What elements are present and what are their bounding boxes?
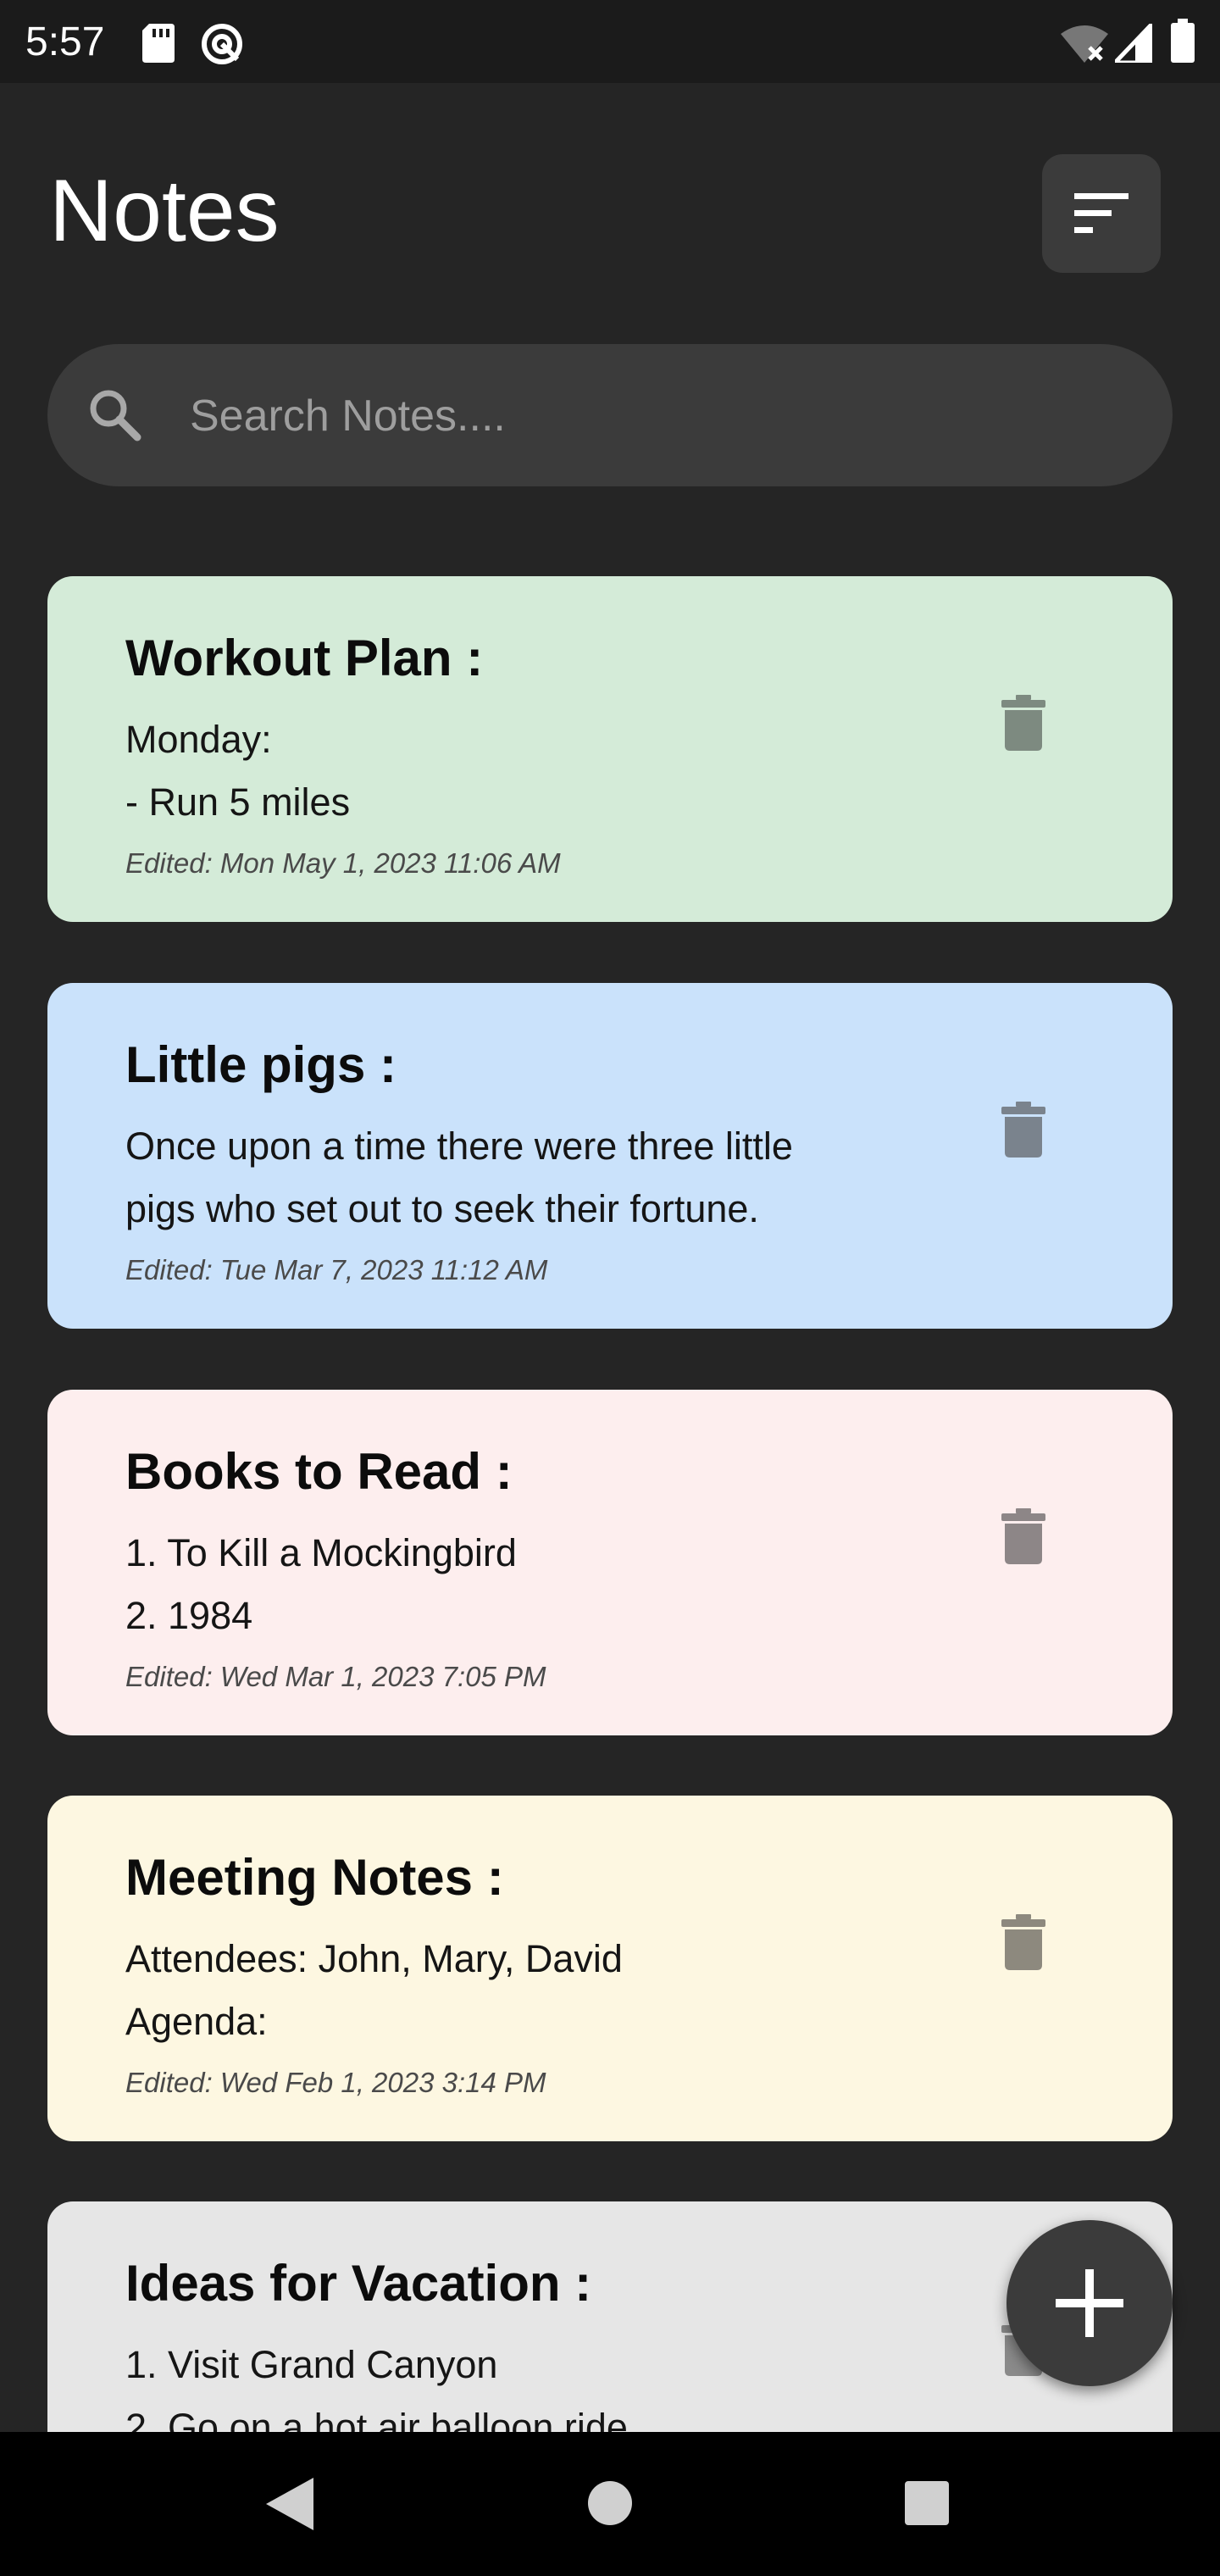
- trash-icon: [1001, 1102, 1045, 1158]
- signal-icon: [1110, 18, 1155, 67]
- plus-icon: [1056, 2269, 1123, 2337]
- sort-button[interactable]: [1042, 154, 1161, 273]
- note-edited-date: Edited: Wed Mar 1, 2023 7:05 PM: [125, 1661, 546, 1692]
- note-edited-date: Edited: Wed Feb 1, 2023 3:14 PM: [125, 2067, 546, 2098]
- back-icon[interactable]: [266, 2478, 313, 2534]
- note-body-line: 2. Go on a hot air balloon ride: [125, 2406, 628, 2432]
- notes-list[interactable]: Workout Plan : Monday: - Run 5 miles Edi…: [0, 508, 1220, 2432]
- delete-button[interactable]: [1001, 1508, 1045, 1568]
- note-card[interactable]: Little pigs : Once upon a time there wer…: [47, 983, 1173, 1329]
- note-card[interactable]: Workout Plan : Monday: - Run 5 miles Edi…: [47, 576, 1173, 922]
- search-icon: [90, 390, 141, 441]
- note-body: Monday: - Run 5 miles: [125, 708, 973, 834]
- note-body-line: Once upon a time there were three little: [125, 1124, 793, 1168]
- trash-icon: [1001, 1914, 1045, 1970]
- note-card[interactable]: Ideas for Vacation : 1. Visit Grand Cany…: [47, 2201, 1173, 2432]
- navigation-bar: [0, 2432, 1220, 2576]
- note-body: 1. Visit Grand Canyon 2. Go on a hot air…: [125, 2334, 973, 2432]
- trash-icon: [1001, 695, 1045, 751]
- delete-button[interactable]: [1001, 1102, 1045, 1162]
- wifi-off-icon: [1061, 24, 1108, 67]
- sort-icon: [1074, 193, 1128, 233]
- add-note-button[interactable]: [1006, 2220, 1173, 2386]
- sd-card-icon: [142, 24, 175, 67]
- note-body-line: 1. To Kill a Mockingbird: [125, 1531, 517, 1574]
- note-body-line: 2. 1984: [125, 1594, 253, 1637]
- note-body: 1. To Kill a Mockingbird 2. 1984: [125, 1522, 973, 1647]
- home-icon[interactable]: [588, 2481, 632, 2529]
- note-edited-date: Edited: Tue Mar 7, 2023 11:12 AM: [125, 1254, 548, 1285]
- note-title: Meeting Notes :: [125, 1849, 504, 1906]
- page-title: Notes: [49, 162, 280, 260]
- trash-icon: [1001, 1508, 1045, 1564]
- search-input[interactable]: [188, 373, 1140, 459]
- note-body-line: 1. Visit Grand Canyon: [125, 2343, 498, 2386]
- delete-button[interactable]: [1001, 695, 1045, 755]
- note-card[interactable]: Books to Read : 1. To Kill a Mockingbird…: [47, 1390, 1173, 1735]
- note-body-line: pigs who set out to seek their fortune.: [125, 1187, 759, 1230]
- note-body-line: Monday:: [125, 718, 272, 761]
- note-title: Ideas for Vacation :: [125, 2255, 592, 2312]
- status-bar: 5:57: [0, 0, 1220, 83]
- battery-icon: [1171, 19, 1195, 67]
- note-body-line: - Run 5 miles: [125, 780, 351, 824]
- status-time: 5:57: [25, 19, 105, 64]
- note-card[interactable]: Meeting Notes : Attendees: John, Mary, D…: [47, 1796, 1173, 2141]
- note-title: Workout Plan :: [125, 630, 484, 686]
- recents-icon[interactable]: [905, 2481, 949, 2529]
- note-body: Attendees: John, Mary, David Agenda:: [125, 1928, 973, 2053]
- delete-button[interactable]: [1001, 1914, 1045, 1974]
- note-edited-date: Edited: Mon May 1, 2023 11:06 AM: [125, 847, 561, 879]
- note-body: Once upon a time there were three little…: [125, 1115, 973, 1241]
- note-title: Books to Read :: [125, 1443, 513, 1500]
- search-bar[interactable]: [47, 344, 1173, 486]
- note-body-line: Agenda:: [125, 2000, 268, 2043]
- note-title: Little pigs :: [125, 1036, 396, 1093]
- sync-icon: [200, 22, 244, 70]
- note-body-line: Attendees: John, Mary, David: [125, 1937, 623, 1980]
